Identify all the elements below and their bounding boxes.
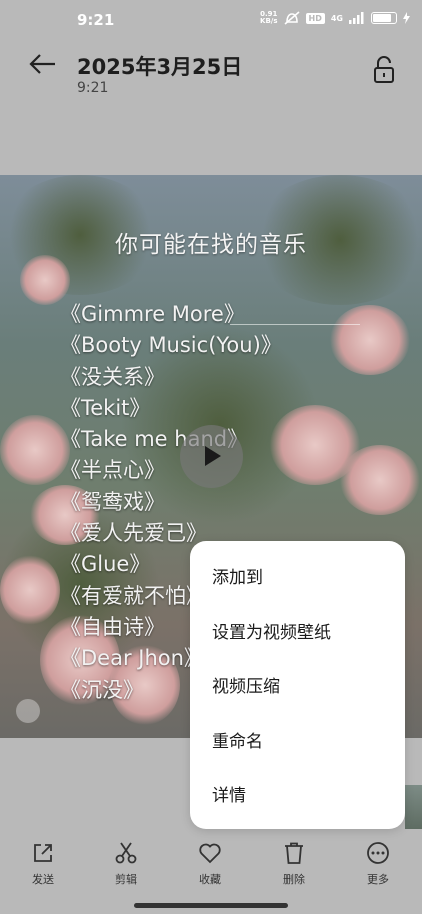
video-overlay-title: 你可能在找的音乐 — [115, 232, 307, 258]
charging-icon — [403, 12, 410, 24]
thumbnail-strip[interactable] — [405, 785, 422, 829]
scissors-icon — [115, 842, 137, 864]
hd-badge: HD — [305, 12, 325, 24]
song-item: 《Gimmre More》 — [60, 302, 245, 326]
context-menu: 添加到 设置为视频壁纸 视频压缩 重命名 详情 — [190, 541, 405, 829]
flower — [0, 555, 60, 625]
send-label: 发送 — [32, 873, 54, 886]
status-bar: 9:21 0.91 KB/s HD 4G — [0, 0, 422, 40]
flower — [330, 305, 410, 375]
edit-label: 剪辑 — [115, 873, 137, 886]
signal-icon — [349, 12, 364, 24]
send-button[interactable]: 发送 — [13, 841, 73, 887]
avatar — [16, 699, 40, 723]
status-icons: 0.91 KB/s HD 4G — [260, 11, 410, 25]
menu-item-add-to[interactable]: 添加到 — [190, 551, 405, 606]
menu-item-rename[interactable]: 重命名 — [190, 715, 405, 770]
favorite-button[interactable]: 收藏 — [180, 841, 240, 887]
song-item: 《Booty Music(You)》 — [60, 333, 282, 358]
more-label: 更多 — [367, 873, 389, 886]
menu-item-compress-video[interactable]: 视频压缩 — [190, 660, 405, 715]
back-arrow-icon[interactable] — [28, 52, 58, 76]
delete-label: 删除 — [283, 873, 305, 886]
edit-button[interactable]: 剪辑 — [96, 841, 156, 887]
play-button[interactable] — [180, 425, 243, 488]
header: 2025年3月25日 9:21 — [0, 40, 422, 110]
status-time: 9:21 — [77, 11, 115, 29]
battery-icon — [371, 12, 397, 24]
flower — [20, 255, 70, 305]
heart-icon — [199, 843, 221, 864]
share-icon — [34, 844, 52, 862]
flower — [340, 445, 420, 515]
favorite-label: 收藏 — [199, 873, 221, 886]
menu-item-details[interactable]: 详情 — [190, 769, 405, 824]
song-item: 《没关系》 — [60, 364, 165, 389]
song-item: 《Tekit》 — [60, 395, 151, 420]
network-speed: 0.91 KB/s — [260, 10, 278, 25]
unlock-icon[interactable] — [372, 55, 396, 85]
trash-icon — [285, 842, 303, 864]
bottom-toolbar: 发送 剪辑 收藏 删除 更多 — [0, 835, 422, 895]
page-title: 2025年3月25日 — [77, 55, 243, 79]
more-button[interactable]: 更多 — [348, 841, 408, 887]
song-item: 《Take me hand》 — [60, 427, 249, 452]
network-type: 4G — [330, 13, 343, 23]
menu-item-set-video-wallpaper[interactable]: 设置为视频壁纸 — [190, 606, 405, 661]
home-indicator[interactable] — [134, 903, 288, 908]
more-icon — [367, 842, 389, 864]
delete-button[interactable]: 删除 — [264, 841, 324, 887]
song-item: 《半点心》 — [60, 458, 165, 483]
song-item: 《鸳鸯戏》 — [60, 489, 165, 514]
page-subtitle: 9:21 — [77, 80, 109, 96]
play-icon — [205, 446, 221, 466]
mute-icon — [283, 11, 300, 25]
